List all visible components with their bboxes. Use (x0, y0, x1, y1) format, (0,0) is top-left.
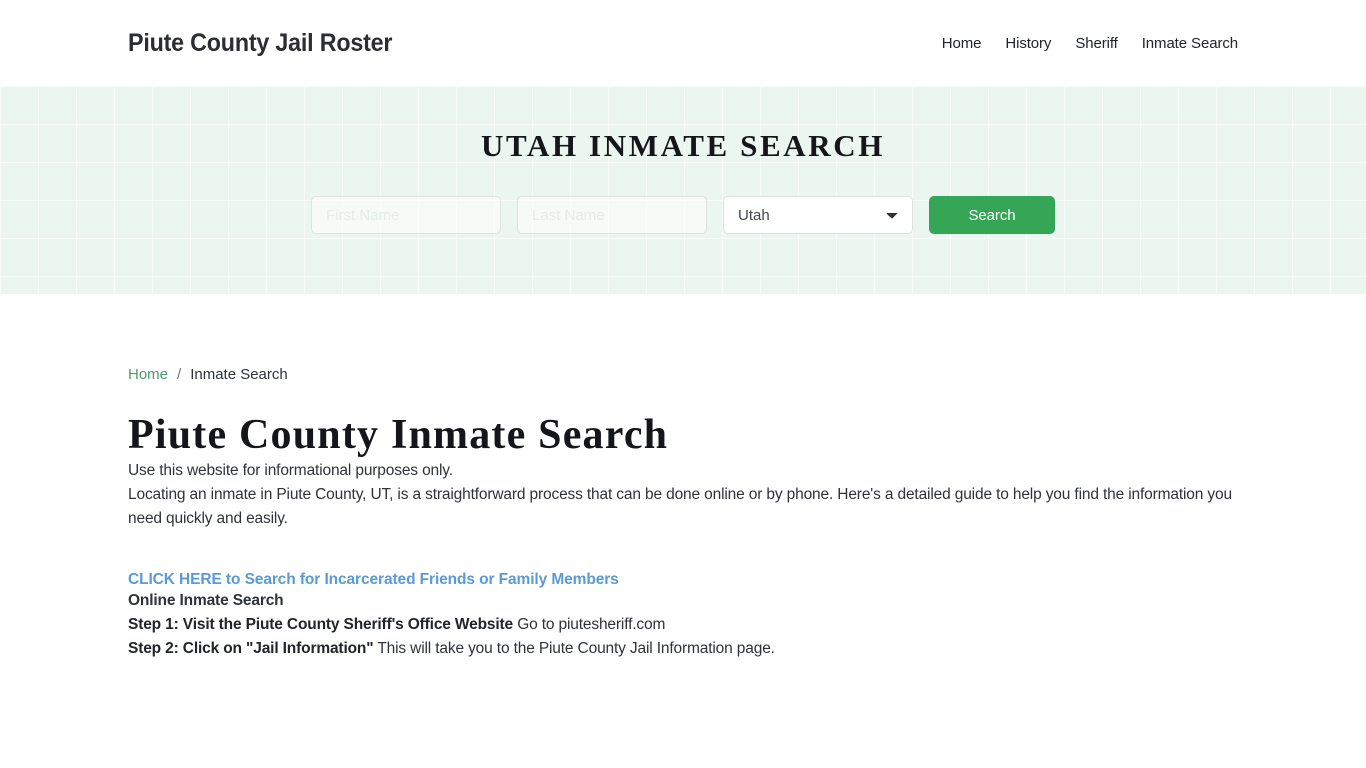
section-heading-online-search: Online Inmate Search (128, 592, 284, 610)
breadcrumb-home-link[interactable]: Home (128, 366, 168, 383)
breadcrumb: Home / Inmate Search (128, 294, 1238, 383)
step-1-detail: Go to piutesheriff.com (513, 616, 666, 634)
step-2-detail: This will take you to the Piute County J… (373, 640, 775, 658)
nav-item-sheriff[interactable]: Sheriff (1075, 35, 1117, 52)
search-button[interactable]: Search (929, 196, 1055, 234)
step-2-label: Step 2: Click on "Jail Information" (128, 640, 374, 658)
nav-item-inmate-search[interactable]: Inmate Search (1142, 35, 1238, 52)
state-select[interactable]: Utah (723, 196, 913, 234)
last-name-input[interactable] (517, 196, 707, 234)
step-2-text: Step 2: Click on "Jail Information" This… (128, 637, 1238, 661)
breadcrumb-current: Inmate Search (190, 366, 288, 383)
step-1-label: Step 1: Visit the Piute County Sheriff's… (128, 616, 514, 634)
nav-item-home[interactable]: Home (942, 35, 982, 52)
nav-item-history[interactable]: History (1005, 35, 1051, 52)
site-header: Piute County Jail Roster Home History Sh… (0, 0, 1366, 86)
step-1-text: Step 1: Visit the Piute County Sheriff's… (128, 613, 1238, 637)
first-name-input[interactable] (311, 196, 501, 234)
site-logo[interactable]: Piute County Jail Roster (128, 29, 392, 58)
cta-link-row: CLICK HERE to Search for Incarcerated Fr… (128, 571, 1238, 589)
hero-search-banner: UTAH INMATE SEARCH Utah Search (0, 86, 1366, 294)
search-friends-family-link[interactable]: CLICK HERE to Search for Incarcerated Fr… (128, 571, 619, 588)
main-content: Home / Inmate Search Piute County Inmate… (0, 294, 1366, 661)
main-navigation: Home History Sheriff Inmate Search (942, 35, 1238, 52)
description-paragraph: Locating an inmate in Piute County, UT, … (128, 486, 1232, 528)
hero-title: UTAH INMATE SEARCH (481, 128, 885, 163)
breadcrumb-separator: / (177, 366, 182, 383)
intro-text: Use this website for informational purpo… (128, 462, 453, 480)
page-title: Piute County Inmate Search (128, 412, 669, 458)
inmate-search-form: Utah Search (311, 196, 1055, 234)
